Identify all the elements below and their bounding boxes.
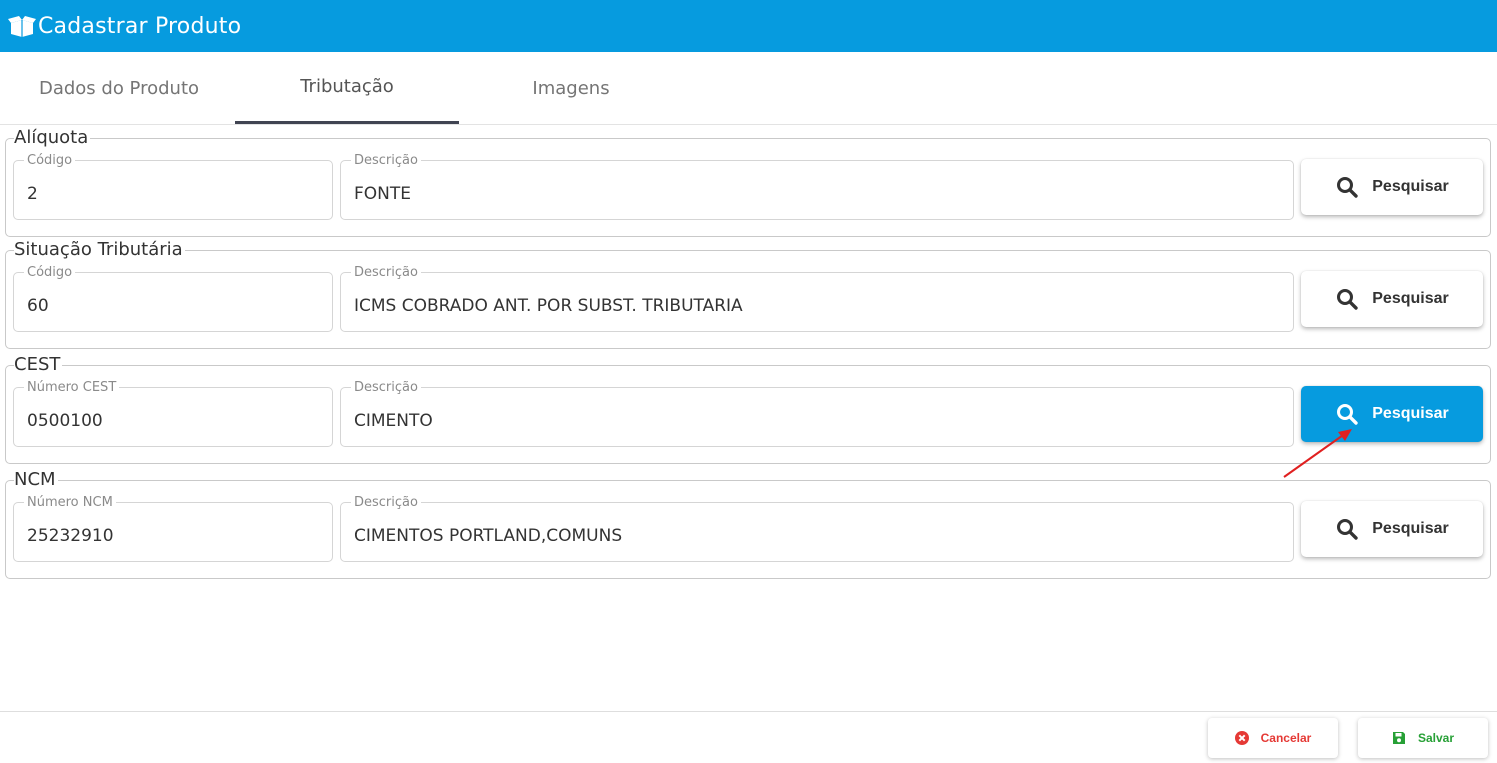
field-label: Descrição xyxy=(351,153,421,169)
section-title: Alíquota xyxy=(14,127,91,149)
aliquota-code-field[interactable]: Código 2 xyxy=(13,153,333,220)
cest-description-field[interactable]: Descrição CIMENTO xyxy=(340,380,1294,447)
cancel-button[interactable]: Cancelar xyxy=(1208,718,1338,758)
cest-search-button[interactable]: Pesquisar xyxy=(1301,386,1483,442)
aliquota-description-field[interactable]: Descrição FONTE xyxy=(340,153,1294,220)
field-label: Número CEST xyxy=(24,380,120,396)
section-title: CEST xyxy=(14,354,63,376)
ncm-number-field[interactable]: Número NCM 25232910 xyxy=(13,495,333,562)
save-button[interactable]: Salvar xyxy=(1358,718,1488,758)
situacao-code-field[interactable]: Código 60 xyxy=(13,265,333,332)
field-label: Número NCM xyxy=(24,495,116,511)
field-value: 60 xyxy=(27,296,49,316)
cest-section: CEST Número CEST 0500100 Descrição CIMEN… xyxy=(5,354,1491,464)
situacao-search-button[interactable]: Pesquisar xyxy=(1301,271,1483,327)
situacao-tributaria-section: Situação Tributária Código 60 Descrição … xyxy=(5,239,1491,349)
close-circle-icon xyxy=(1234,731,1249,745)
ncm-description-field[interactable]: Descrição CIMENTOS PORTLAND,COMUNS xyxy=(340,495,1294,562)
section-title: Situação Tributária xyxy=(14,239,185,261)
tab-bar: Dados do Produto Tributação Imagens xyxy=(0,52,1497,125)
aliquota-search-button[interactable]: Pesquisar xyxy=(1301,159,1483,215)
section-title: NCM xyxy=(14,469,58,491)
field-value: 0500100 xyxy=(27,411,103,431)
field-label: Descrição xyxy=(351,380,421,396)
cancel-label: Cancelar xyxy=(1260,731,1312,745)
cest-number-field[interactable]: Número CEST 0500100 xyxy=(13,380,333,447)
field-value: 25232910 xyxy=(27,526,114,546)
tab-tributacao[interactable]: Tributação xyxy=(235,52,459,124)
page-title: Cadastrar Produto xyxy=(38,13,242,39)
app-header: Cadastrar Produto xyxy=(0,0,1497,52)
field-label: Descrição xyxy=(351,265,421,281)
aliquota-section: Alíquota Código 2 Descrição FONTE Pesqui… xyxy=(5,127,1491,237)
field-value: 2 xyxy=(27,184,38,204)
field-value: FONTE xyxy=(354,184,412,204)
situacao-description-field[interactable]: Descrição ICMS COBRADO ANT. POR SUBST. T… xyxy=(340,265,1294,332)
search-icon xyxy=(1337,177,1358,198)
button-label: Pesquisar xyxy=(1372,520,1449,537)
footer-bar: Cancelar Salvar xyxy=(0,711,1497,763)
save-icon xyxy=(1392,732,1405,744)
button-label: Pesquisar xyxy=(1372,405,1449,422)
ncm-search-button[interactable]: Pesquisar xyxy=(1301,501,1483,557)
tab-dados-do-produto[interactable]: Dados do Produto xyxy=(8,52,230,124)
button-label: Pesquisar xyxy=(1372,290,1449,307)
field-value: ICMS COBRADO ANT. POR SUBST. TRIBUTARIA xyxy=(354,296,743,316)
field-label: Código xyxy=(24,153,76,169)
search-icon xyxy=(1337,404,1358,425)
field-label: Descrição xyxy=(351,495,421,511)
box-open-icon xyxy=(8,16,36,37)
field-value: CIMENTO xyxy=(354,411,433,431)
search-icon xyxy=(1337,289,1358,310)
save-label: Salvar xyxy=(1417,731,1455,745)
tab-imagens[interactable]: Imagens xyxy=(459,52,683,124)
field-value: CIMENTOS PORTLAND,COMUNS xyxy=(354,526,623,546)
field-label: Código xyxy=(24,265,76,281)
button-label: Pesquisar xyxy=(1372,178,1449,195)
search-icon xyxy=(1337,519,1358,540)
ncm-section: NCM Número NCM 25232910 Descrição CIMENT… xyxy=(5,469,1491,579)
